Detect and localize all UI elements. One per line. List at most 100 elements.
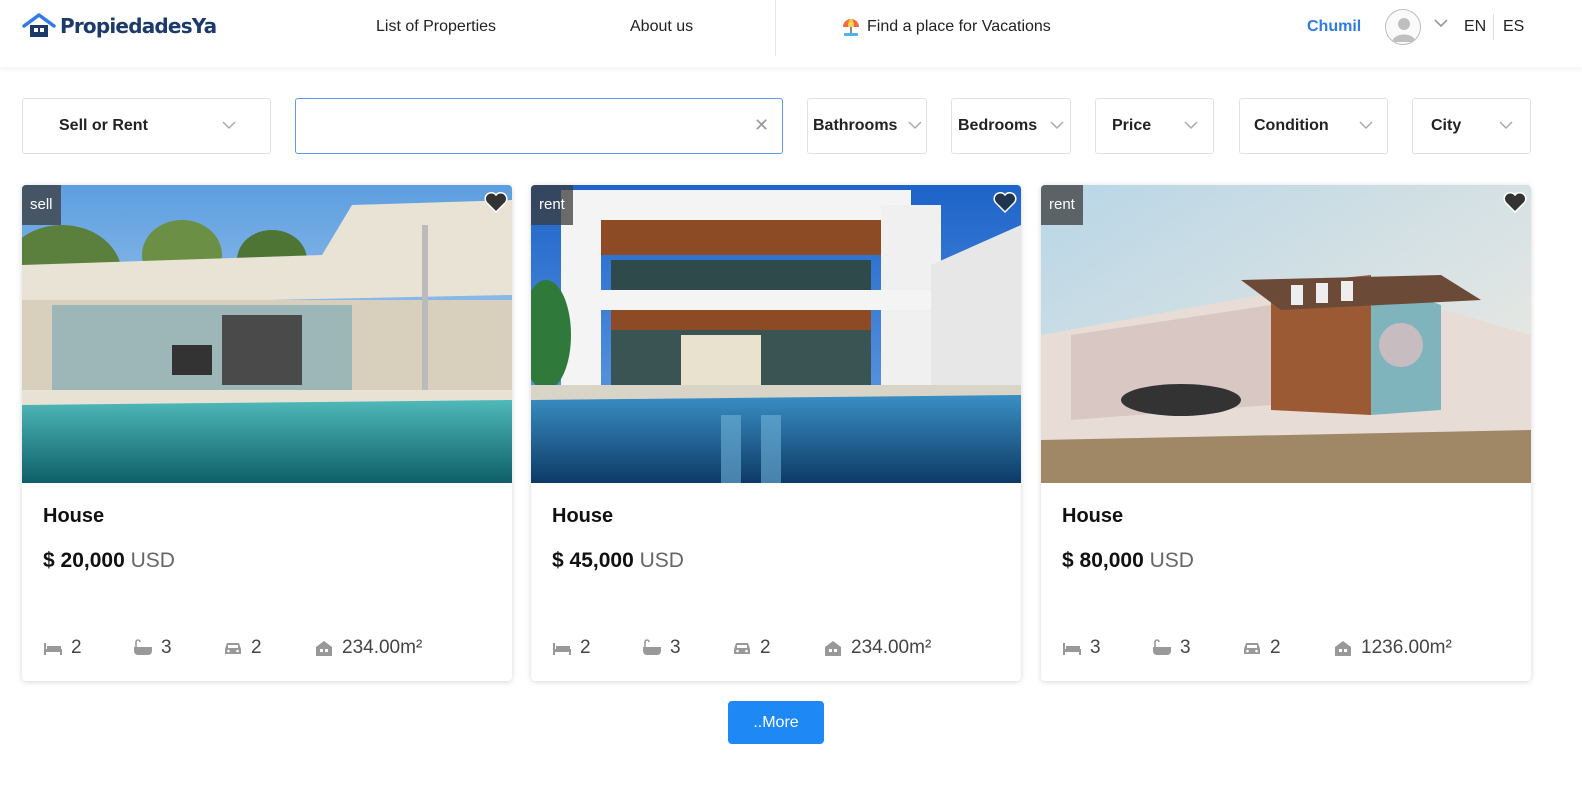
- bed-icon: [1063, 643, 1081, 655]
- car-icon: [1244, 643, 1260, 654]
- user-name[interactable]: Chumil: [1307, 18, 1361, 36]
- property-card[interactable]: sell House $ 20,000 USD 2 3 2 234.00m²: [22, 185, 512, 681]
- feature-bedrooms-value: 2: [580, 637, 591, 658]
- listing-type-badge: rent: [1041, 185, 1083, 225]
- property-title: House: [43, 505, 105, 527]
- condition-label: Condition: [1254, 117, 1329, 134]
- top-navbar: PropiedadesYa List of Properties About u…: [0, 0, 1582, 67]
- feature-area: 1236.00m²: [1333, 637, 1452, 659]
- bathrooms-label: Bathrooms: [813, 117, 898, 134]
- nav-list-of-properties[interactable]: List of Properties: [376, 18, 496, 36]
- chevron-down-icon: [1050, 121, 1064, 130]
- language-en[interactable]: EN: [1464, 18, 1486, 36]
- language-divider: [1493, 14, 1494, 40]
- property-photo[interactable]: rent: [531, 185, 1021, 483]
- property-price: $ 20,000 USD: [43, 549, 175, 573]
- feature-bathrooms-value: 3: [1180, 637, 1191, 658]
- property-card[interactable]: rent House $ 45,000 USD 2 3 2 234.00m²: [531, 185, 1021, 681]
- city-label: City: [1431, 117, 1462, 134]
- nav-vacations[interactable]: Find a place for Vacations: [842, 18, 1051, 36]
- feature-area: 234.00m²: [314, 637, 422, 659]
- bathtub-icon: [1153, 639, 1171, 655]
- load-more-button[interactable]: ..More: [728, 701, 824, 744]
- feature-bathrooms-value: 3: [161, 637, 172, 658]
- price-label: Price: [1112, 117, 1152, 134]
- car-icon: [734, 643, 750, 654]
- property-price: $ 80,000 USD: [1062, 549, 1194, 573]
- property-features: 2 3 2 234.00m²: [43, 637, 503, 661]
- price-select[interactable]: Price: [1095, 98, 1214, 154]
- property-title: House: [1062, 505, 1124, 527]
- property-photo[interactable]: rent: [1041, 185, 1531, 483]
- feature-parking-value: 2: [1270, 637, 1281, 658]
- feature-bedrooms: 3: [1062, 637, 1101, 659]
- feature-area: 234.00m²: [823, 637, 931, 659]
- price-amount: $ 20,000: [43, 549, 125, 572]
- heart-icon[interactable]: [484, 191, 508, 213]
- bathtub-icon: [134, 639, 152, 655]
- nav-vacations-label: Find a place for Vacations: [867, 18, 1051, 35]
- heart-icon[interactable]: [993, 191, 1017, 213]
- price-amount: $ 45,000: [552, 549, 634, 572]
- feature-parking: 2: [732, 637, 771, 659]
- property-features: 3 3 2 1236.00m²: [1062, 637, 1522, 661]
- brand-name: PropiedadesYa: [60, 14, 217, 38]
- bathrooms-select[interactable]: Bathrooms: [807, 98, 927, 154]
- condition-select[interactable]: Condition: [1239, 98, 1388, 154]
- beach-umbrella-icon: [843, 19, 859, 36]
- bed-icon: [44, 643, 62, 655]
- chevron-down-icon: [1359, 121, 1373, 130]
- car-icon: [225, 643, 241, 654]
- feature-parking: 2: [223, 637, 262, 659]
- feature-parking: 2: [1242, 637, 1281, 659]
- bed-icon: [553, 643, 571, 655]
- chevron-down-icon: [1184, 121, 1198, 130]
- house-icon: [316, 641, 332, 656]
- feature-bedrooms: 2: [43, 637, 82, 659]
- price-amount: $ 80,000: [1062, 549, 1144, 572]
- feature-bathrooms: 3: [1152, 637, 1191, 659]
- price-currency: USD: [130, 549, 175, 572]
- heart-icon[interactable]: [1503, 191, 1527, 213]
- language-es[interactable]: ES: [1503, 18, 1524, 36]
- search-field[interactable]: ✕: [295, 98, 783, 154]
- feature-parking-value: 2: [760, 637, 771, 658]
- listing-type-badge: rent: [531, 185, 573, 225]
- bedrooms-select[interactable]: Bedrooms: [951, 98, 1071, 154]
- house-icon: [825, 641, 841, 656]
- user-avatar-icon: [1392, 18, 1416, 42]
- feature-bathrooms-value: 3: [670, 637, 681, 658]
- chevron-down-icon: [222, 121, 236, 130]
- property-title: House: [552, 505, 614, 527]
- house-icon: [1335, 641, 1351, 656]
- sell-or-rent-label: Sell or Rent: [59, 117, 148, 134]
- feature-bedrooms-value: 2: [71, 637, 82, 658]
- bedrooms-label: Bedrooms: [958, 117, 1038, 134]
- property-price: $ 45,000 USD: [552, 549, 684, 573]
- brand-logo[interactable]: PropiedadesYa: [22, 13, 217, 39]
- property-features: 2 3 2 234.00m²: [552, 637, 1012, 661]
- house-logo-icon: [22, 13, 56, 37]
- chevron-down-icon[interactable]: [1433, 18, 1449, 28]
- user-avatar[interactable]: [1385, 9, 1421, 45]
- sell-or-rent-select[interactable]: Sell or Rent: [22, 98, 271, 154]
- search-input[interactable]: [296, 99, 736, 153]
- property-photo[interactable]: sell: [22, 185, 512, 483]
- feature-parking-value: 2: [251, 637, 262, 658]
- price-currency: USD: [639, 549, 684, 572]
- feature-bedrooms: 2: [552, 637, 591, 659]
- nav-about-us[interactable]: About us: [630, 18, 693, 36]
- clear-icon[interactable]: ✕: [754, 115, 769, 136]
- feature-area-value: 1236.00m²: [1361, 637, 1452, 658]
- feature-bathrooms: 3: [642, 637, 681, 659]
- chevron-down-icon: [908, 121, 922, 130]
- feature-bathrooms: 3: [133, 637, 172, 659]
- bathtub-icon: [643, 639, 661, 655]
- feature-area-value: 234.00m²: [851, 637, 932, 658]
- property-card[interactable]: rent House $ 80,000 USD 3 3 2 1236.00m²: [1041, 185, 1531, 681]
- price-currency: USD: [1149, 549, 1194, 572]
- listing-type-badge: sell: [22, 185, 61, 225]
- city-select[interactable]: City: [1412, 98, 1531, 154]
- feature-bedrooms-value: 3: [1090, 637, 1101, 658]
- chevron-down-icon: [1499, 121, 1513, 130]
